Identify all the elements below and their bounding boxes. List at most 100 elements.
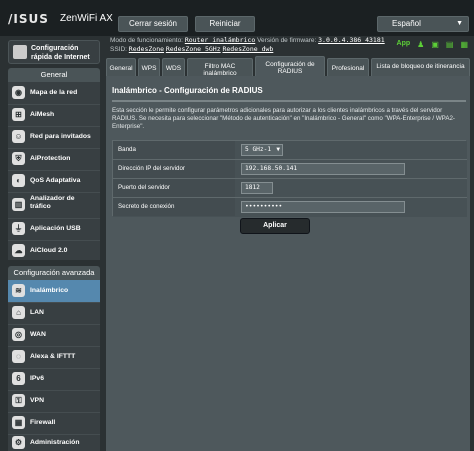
connection-secret-label: Secreto de conexión: [113, 198, 235, 216]
sidebar-item-usb-app[interactable]: ⏚ Aplicación USB: [8, 218, 100, 240]
firewall-icon: ▦: [12, 416, 25, 429]
sidebar-item-wan[interactable]: ◎ WAN: [8, 324, 100, 346]
asus-logo[interactable]: /ISUS: [8, 12, 49, 26]
mode-label: Modo de funcionamiento:: [110, 37, 183, 44]
firmware-value[interactable]: 3.0.0.4.386_43181: [318, 36, 385, 44]
aimesh-icon: ⊞: [12, 108, 25, 121]
sidebar-item-label: Alexa & IFTTT: [30, 353, 76, 360]
status-bar: Modo de funcionamiento: Router inalámbri…: [110, 36, 474, 54]
tab-professional[interactable]: Profesional: [327, 58, 369, 76]
guest-network-icon: ☺: [12, 130, 25, 143]
administration-icon: ⚙: [12, 436, 25, 449]
alexa-icon: ◌: [12, 350, 25, 363]
page-title: Inalámbrico - Configuración de RADIUS: [112, 86, 263, 95]
sidebar-item-wireless[interactable]: ≋ Inalámbrico: [8, 280, 100, 302]
sidebar-item-label: IPv6: [30, 375, 44, 382]
wan-icon: ◎: [12, 328, 25, 341]
sidebar-item-label: VPN: [30, 397, 44, 404]
general-menu: ◉ Mapa de la red ⊞ AiMesh ☺ Red para inv…: [8, 82, 100, 260]
wifi-status-icon[interactable]: ▦: [460, 40, 468, 49]
network-status-icon[interactable]: ▣: [431, 40, 439, 49]
general-section-title: General: [8, 68, 100, 82]
sidebar-item-label: Administración: [30, 439, 80, 446]
traffic-analyzer-icon: ▥: [12, 198, 25, 211]
sidebar-item-label: Analizador de tráfico: [30, 195, 75, 210]
radius-form: Banda 5 GHz-1 ▼ Dirección IP del servido…: [112, 140, 467, 217]
logout-button[interactable]: Cerrar sesión: [118, 16, 188, 32]
tab-wds[interactable]: WDS: [162, 58, 185, 76]
wireless-icon: ≋: [12, 284, 25, 297]
advanced-menu: ≋ Inalámbrico ⌂ LAN ◎ WAN ◌ Alexa & IFTT…: [8, 280, 100, 451]
user-icon[interactable]: ♟: [417, 40, 424, 49]
server-ip-label: Dirección IP del servidor: [113, 160, 235, 178]
sidebar-item-label: Red para invitados: [30, 133, 91, 140]
top-bar: /ISUS ZenWiFi AX Cerrar sesión Reiniciar…: [0, 0, 474, 36]
content-panel: Inalámbrico - Configuración de RADIUS Es…: [106, 76, 470, 451]
form-row-server-port: Puerto del servidor 1812: [113, 179, 467, 198]
mode-value[interactable]: Router inalámbrico: [185, 36, 255, 44]
app-link[interactable]: App: [397, 40, 411, 49]
chevron-down-icon: ▼: [276, 146, 280, 153]
sidebar-item-label: QoS Adaptativa: [30, 177, 81, 184]
connection-secret-input[interactable]: ••••••••••: [241, 201, 405, 213]
band-label: Banda: [113, 141, 235, 159]
shield-icon: ⛨: [12, 152, 25, 165]
sidebar-item-traffic-analyzer[interactable]: ▥ Analizador de tráfico: [8, 192, 100, 218]
sidebar-item-administration[interactable]: ⚙ Administración: [8, 434, 100, 451]
sidebar-item-qos[interactable]: ◐ QoS Adaptativa: [8, 170, 100, 192]
sidebar-item-firewall[interactable]: ▦ Firewall: [8, 412, 100, 434]
tab-bar: General WPS WDS Filtro MAC inalámbrico C…: [106, 54, 470, 77]
product-name: ZenWiFi AX: [60, 13, 113, 24]
usb-icon: ⏚: [12, 222, 25, 235]
sidebar-item-aiprotection[interactable]: ⛨ AiProtection: [8, 148, 100, 170]
usb-status-icon[interactable]: ▤: [446, 40, 454, 49]
tab-wps[interactable]: WPS: [138, 58, 160, 76]
sidebar-item-label: Mapa de la red: [30, 89, 78, 96]
server-port-input[interactable]: 1812: [241, 182, 273, 194]
quick-setup-icon: [13, 45, 27, 59]
tab-mac-filter[interactable]: Filtro MAC inalámbrico: [187, 58, 253, 77]
sidebar-item-aimesh[interactable]: ⊞ AiMesh: [8, 104, 100, 126]
sidebar-item-ipv6[interactable]: 6 IPv6: [8, 368, 100, 390]
advanced-section-title: Configuración avanzada: [8, 266, 100, 280]
form-row-server-ip: Dirección IP del servidor 192.168.50.141: [113, 160, 467, 179]
form-row-connection-secret: Secreto de conexión ••••••••••: [113, 198, 467, 217]
quick-setup-label: Configuración rápida de Internet: [31, 45, 90, 61]
sidebar-item-label: AiProtection: [30, 155, 71, 162]
firmware-label: Versión de firmware:: [257, 37, 317, 44]
vpn-icon: ⚿: [12, 394, 25, 407]
quick-setup-button[interactable]: Configuración rápida de Internet: [8, 40, 100, 64]
ssid-value[interactable]: RedesZone: [129, 45, 164, 53]
band-select[interactable]: 5 GHz-1 ▼: [241, 144, 283, 156]
ssid-value[interactable]: RedesZone_5GHz: [166, 45, 221, 53]
sidebar-item-label: Aplicación USB: [30, 225, 81, 232]
sidebar-item-label: WAN: [30, 331, 46, 338]
sidebar-item-label: Firewall: [30, 419, 56, 426]
lan-icon: ⌂: [12, 306, 25, 319]
sidebar-item-alexa-ifttt[interactable]: ◌ Alexa & IFTTT: [8, 346, 100, 368]
tab-roaming-block-list[interactable]: Lista de bloqueo de itinerancia: [371, 58, 470, 76]
sidebar-item-guest-network[interactable]: ☺ Red para invitados: [8, 126, 100, 148]
network-map-icon: ◉: [12, 86, 25, 99]
apply-button[interactable]: Aplicar: [240, 218, 310, 234]
title-divider: [112, 100, 466, 102]
form-row-band: Banda 5 GHz-1 ▼: [113, 141, 467, 160]
cloud-icon: ☁: [12, 244, 25, 257]
server-port-label: Puerto del servidor: [113, 179, 235, 197]
tab-radius[interactable]: Configuración de RADIUS: [255, 56, 325, 76]
sidebar-item-lan[interactable]: ⌂ LAN: [8, 302, 100, 324]
sidebar: Configuración rápida de Internet General…: [0, 36, 104, 451]
sidebar-item-vpn[interactable]: ⚿ VPN: [8, 390, 100, 412]
page-description: Esta sección le permite configurar parám…: [112, 107, 455, 130]
reboot-button[interactable]: Reiniciar: [195, 16, 255, 32]
ssid-value[interactable]: RedesZone_dwb: [222, 45, 273, 53]
server-ip-input[interactable]: 192.168.50.141: [241, 163, 405, 175]
ipv6-icon: 6: [12, 372, 25, 385]
sidebar-item-label: Inalámbrico: [30, 287, 69, 294]
language-select[interactable]: Español ▼: [377, 16, 469, 32]
language-label: Español: [392, 19, 421, 28]
sidebar-item-network-map[interactable]: ◉ Mapa de la red: [8, 82, 100, 104]
tab-general[interactable]: General: [106, 58, 136, 76]
sidebar-item-label: AiCloud 2.0: [30, 247, 68, 254]
sidebar-item-aicloud[interactable]: ☁ AiCloud 2.0: [8, 240, 100, 262]
